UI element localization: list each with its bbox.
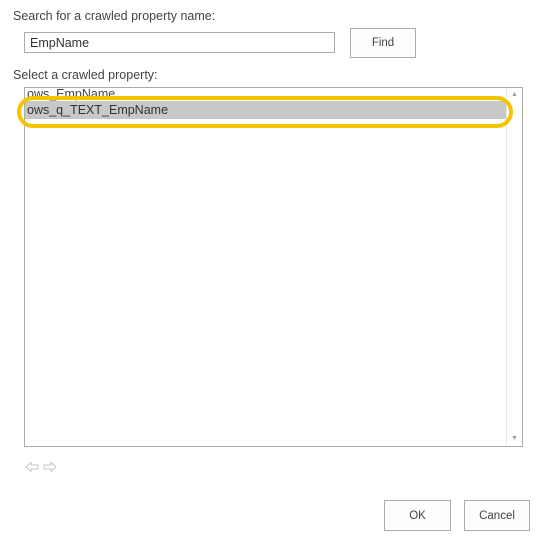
select-label: Select a crawled property:	[13, 68, 158, 82]
arrow-right-icon[interactable]	[43, 461, 57, 473]
arrow-left-icon[interactable]	[25, 461, 39, 473]
crawled-property-listbox[interactable]: ows_EmpName ows_q_TEXT_EmpName ▲ ▼	[24, 87, 523, 447]
search-label: Search for a crawled property name:	[13, 9, 216, 23]
list-items: ows_EmpName ows_q_TEXT_EmpName	[25, 88, 506, 119]
search-input[interactable]	[24, 32, 335, 53]
scroll-down-icon[interactable]: ▼	[507, 432, 522, 446]
list-item-selected[interactable]: ows_q_TEXT_EmpName	[25, 101, 506, 119]
find-button[interactable]: Find	[350, 28, 416, 58]
list-item[interactable]: ows_EmpName	[25, 88, 506, 101]
ok-button[interactable]: OK	[384, 500, 451, 531]
crawled-property-dialog: Search for a crawled property name: Find…	[0, 0, 537, 539]
cancel-button[interactable]: Cancel	[464, 500, 530, 531]
nav-arrows	[25, 461, 57, 473]
scroll-up-icon[interactable]: ▲	[507, 88, 522, 102]
vertical-scrollbar[interactable]: ▲ ▼	[506, 88, 522, 446]
